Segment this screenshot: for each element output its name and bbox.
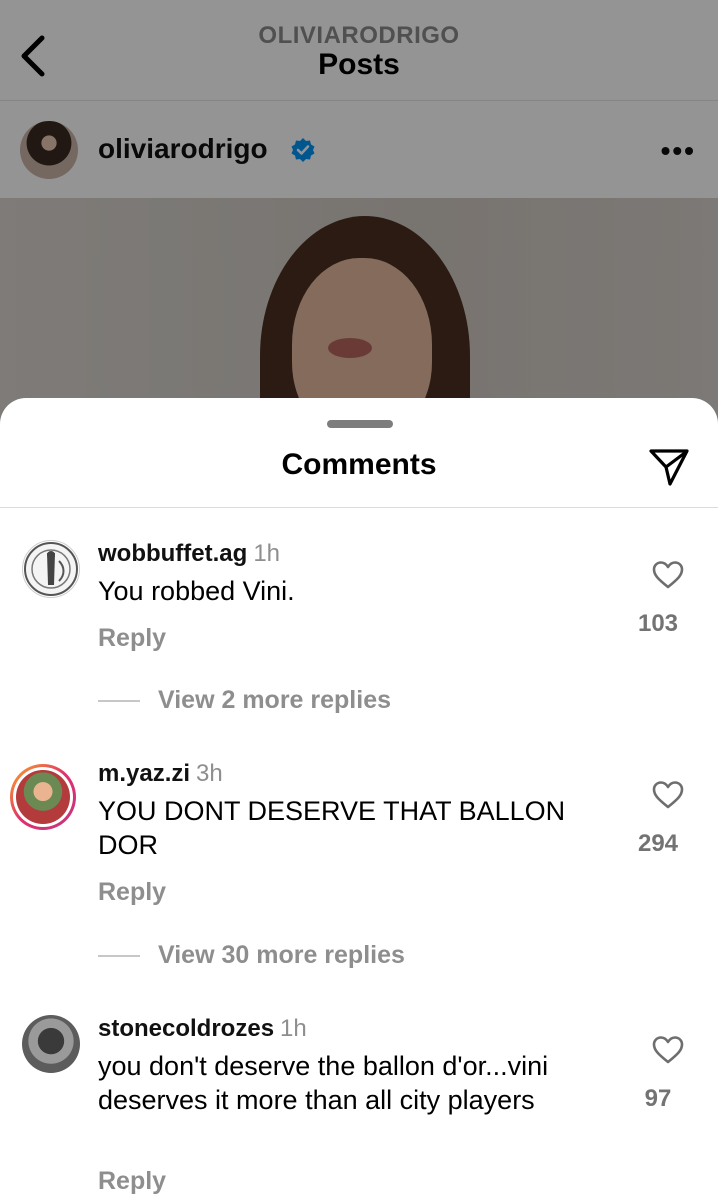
comment-text: YOU DONT DESERVE THAT BALLON DOR bbox=[98, 796, 566, 860]
comment-meta: stonecoldrozes 1h bbox=[98, 1015, 307, 1043]
share-button[interactable] bbox=[648, 446, 690, 488]
story-ring-gap bbox=[13, 767, 73, 827]
commenter-avatar bbox=[16, 770, 70, 824]
comment-username[interactable]: m.yaz.zi bbox=[98, 760, 190, 787]
reply-button[interactable]: Reply bbox=[98, 878, 166, 907]
commenter-avatar-story-ring[interactable] bbox=[10, 764, 76, 830]
comment-item: stonecoldrozes 1h you don't deserve the b… bbox=[0, 1015, 718, 1200]
reply-button[interactable]: Reply bbox=[98, 624, 166, 653]
like-count: 103 bbox=[637, 610, 679, 637]
comment-timestamp: 3h bbox=[196, 760, 223, 787]
like-count: 294 bbox=[637, 830, 679, 857]
commenter-avatar[interactable] bbox=[22, 1015, 80, 1073]
comment-item: wobbuffet.ag 1h You robbed Vini. Reply 10… bbox=[0, 540, 718, 670]
app-screen: OLIVIARODRIGO Posts oliviarodrigo ••• Co… bbox=[0, 0, 718, 1200]
heart-outline-icon[interactable] bbox=[652, 780, 684, 810]
paper-plane-icon bbox=[649, 449, 689, 486]
comment-text: You robbed Vini. bbox=[98, 576, 295, 606]
replies-divider-line bbox=[98, 954, 140, 957]
commenter-avatar[interactable] bbox=[22, 540, 80, 598]
like-count: 97 bbox=[644, 1085, 672, 1112]
comments-sheet: Comments wobbuffet.ag 1h You robbed Vini… bbox=[0, 398, 718, 1200]
comments-title: Comments bbox=[281, 448, 437, 481]
comment-username[interactable]: stonecoldrozes bbox=[98, 1015, 274, 1042]
comment-item: m.yaz.zi 3h YOU DONT DESERVE THAT BALLON … bbox=[0, 760, 718, 910]
reply-button[interactable]: Reply bbox=[98, 1167, 166, 1196]
replies-divider-line bbox=[98, 699, 140, 702]
view-more-replies-button[interactable]: View 2 more replies bbox=[98, 686, 391, 715]
comment-meta: wobbuffet.ag 1h bbox=[98, 540, 280, 568]
comment-meta: m.yaz.zi 3h bbox=[98, 760, 223, 788]
comment-text: you don't deserve the ballon d'or...vini… bbox=[98, 1051, 549, 1115]
heart-outline-icon[interactable] bbox=[652, 1035, 684, 1065]
view-replies-label[interactable]: View 30 more replies bbox=[158, 941, 405, 969]
sheet-drag-handle[interactable] bbox=[327, 420, 393, 428]
comment-timestamp: 1h bbox=[253, 540, 281, 567]
sheet-divider bbox=[0, 507, 718, 508]
comment-username[interactable]: wobbuffet.ag bbox=[98, 540, 247, 567]
coin-emblem-avatar bbox=[24, 542, 78, 596]
comment-timestamp: 1h bbox=[280, 1015, 307, 1042]
heart-outline-icon[interactable] bbox=[652, 560, 684, 590]
view-replies-label[interactable]: View 2 more replies bbox=[158, 686, 391, 714]
view-more-replies-button[interactable]: View 30 more replies bbox=[98, 941, 405, 970]
